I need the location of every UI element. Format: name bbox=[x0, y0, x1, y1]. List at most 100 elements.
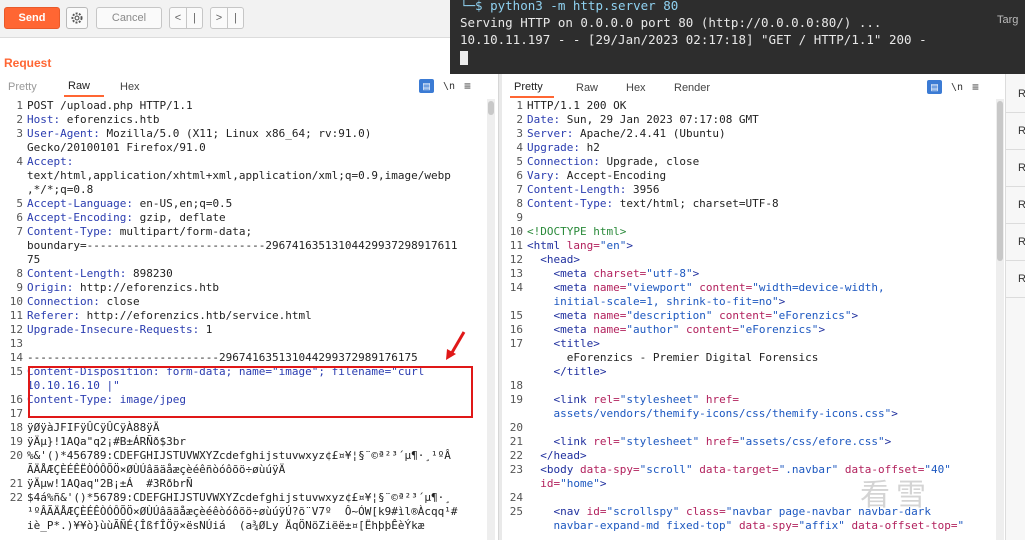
settings-gear-button[interactable] bbox=[66, 7, 88, 29]
request-title: Request bbox=[4, 56, 52, 70]
header-value: h2 bbox=[579, 141, 600, 154]
header-name: Upgrade: bbox=[527, 141, 580, 154]
response-tab-hex[interactable]: Hex bbox=[622, 78, 652, 98]
code-line: navbar-expand-md fixed-top" data-spy="af… bbox=[502, 519, 994, 533]
response-scrollbar[interactable] bbox=[996, 99, 1004, 540]
line-number: 23 bbox=[509, 463, 523, 476]
line-text: eForenzics - Premier Digital Forensics bbox=[527, 351, 994, 365]
line-number: 8 bbox=[516, 197, 523, 210]
html-token: <meta bbox=[527, 323, 594, 336]
html-token: "assets/css/efore.css" bbox=[738, 435, 885, 448]
line-number: 4 bbox=[16, 155, 23, 168]
line-number bbox=[2, 169, 27, 183]
line-text: iè_P*.)¥¥ò}ùùÃÑÉ{ÎßfÎÖÿ×ësNÚiá (a¾ØLy Äq… bbox=[27, 519, 425, 532]
request-tab-hex[interactable]: Hex bbox=[116, 77, 146, 97]
line-text: Date: Sun, 29 Jan 2023 07:17:08 GMT bbox=[527, 113, 994, 127]
html-token: > bbox=[692, 267, 700, 280]
html-token: <nav bbox=[527, 505, 587, 518]
line-text: Referer: http://eforenzics.htb/service.h… bbox=[27, 309, 485, 323]
html-token: > bbox=[626, 239, 633, 252]
line-text: ÃÄÅÆÇÈÉÊËÒÓÔÕÖ×ØÙÚâãäåæçèéêñòóôõö÷øùúÿÄ bbox=[27, 463, 286, 476]
line-number bbox=[502, 477, 527, 491]
line-number: 7 bbox=[16, 225, 23, 238]
html-token: "width=device-width, bbox=[752, 281, 885, 294]
line-number: 9 bbox=[516, 211, 523, 224]
line-text: Accept-Encoding: gzip, deflate bbox=[27, 211, 485, 225]
line-text: Upgrade: h2 bbox=[527, 141, 994, 155]
line-text bbox=[27, 337, 485, 351]
line-number: 3 bbox=[516, 127, 523, 140]
code-line: ,*/*;q=0.8 bbox=[2, 183, 485, 197]
line-text: POST /upload.php HTTP/1.1 bbox=[27, 99, 193, 112]
line-text: -----------------------------29674163513… bbox=[27, 351, 418, 364]
wrap-toggle-icon[interactable]: ▤ bbox=[927, 80, 942, 94]
request-editor[interactable]: 1 POST /upload.php HTTP/1.1 2 Host: eforenz… bbox=[2, 99, 485, 540]
line-number: 14 bbox=[9, 351, 23, 364]
response-tab-raw[interactable]: Raw bbox=[572, 78, 612, 98]
request-scrollbar[interactable] bbox=[487, 99, 495, 540]
side-item[interactable]: R bbox=[1005, 150, 1025, 187]
header-value: text/html; charset=UTF-8 bbox=[613, 197, 779, 210]
line-text: 75 bbox=[27, 253, 41, 266]
request-tab-pretty[interactable]: Pretty bbox=[4, 77, 48, 97]
line-number: 6 bbox=[16, 211, 23, 224]
code-line: 5 Connection: Upgrade, close bbox=[502, 155, 994, 169]
header-value: eforenzics.htb bbox=[60, 113, 160, 126]
html-token: id= bbox=[527, 477, 561, 490]
line-number bbox=[502, 519, 527, 533]
code-line: ÃÄÅÆÇÈÉÊËÒÓÔÕÖ×ØÙÚâãäåæçèéêñòóôõö÷øùúÿÄ bbox=[2, 463, 485, 477]
side-item[interactable]: R bbox=[1005, 113, 1025, 150]
back-history-button[interactable]: | bbox=[187, 7, 203, 29]
response-scrollbar-thumb[interactable] bbox=[997, 101, 1003, 261]
line-text: ÿØÿàJFIFÿÛCÿÛCÿÀ88ÿÄ bbox=[27, 421, 160, 434]
annotation-arrow-icon bbox=[446, 331, 466, 360]
code-line: 20 bbox=[502, 421, 994, 435]
hamburger-menu-icon[interactable]: ≡ bbox=[972, 80, 979, 94]
html-token: "stylesheet" bbox=[619, 435, 700, 448]
header-name: Host: bbox=[27, 113, 61, 126]
header-name: Accept-Encoding: bbox=[27, 211, 133, 224]
side-item[interactable]: R bbox=[1005, 224, 1025, 261]
side-item[interactable]: R bbox=[1005, 261, 1025, 298]
html-token: initial-scale=1, shrink-to-fit=no" bbox=[527, 295, 779, 308]
side-item[interactable]: R bbox=[1005, 76, 1025, 113]
code-line: 6 Vary: Accept-Encoding bbox=[502, 169, 994, 183]
response-tabs: Pretty Raw Hex Render bbox=[510, 78, 718, 98]
forward-button[interactable]: > bbox=[210, 7, 228, 29]
forward-history-button[interactable]: | bbox=[228, 7, 244, 29]
side-item[interactable]: R bbox=[1005, 187, 1025, 224]
line-number: 17 bbox=[509, 337, 523, 350]
terminal-window[interactable]: └─$ python3 -m http.server 80 Serving HT… bbox=[450, 0, 1025, 74]
code-line: 5 Accept-Language: en-US,en;q=0.5 bbox=[2, 197, 485, 211]
cancel-button[interactable]: Cancel bbox=[96, 7, 162, 29]
line-number: 8 bbox=[16, 267, 23, 280]
send-button[interactable]: Send bbox=[4, 7, 60, 29]
html-token: <meta bbox=[527, 309, 594, 322]
newline-toggle-icon[interactable]: \n bbox=[443, 81, 455, 92]
header-name: Accept: bbox=[27, 155, 74, 168]
line-text: text/html,application/xhtml+xml,applicat… bbox=[27, 169, 451, 182]
line-text: navbar-expand-md fixed-top" data-spy="af… bbox=[527, 519, 994, 533]
newline-toggle-icon[interactable]: \n bbox=[951, 82, 963, 93]
wrap-toggle-icon[interactable]: ▤ bbox=[419, 79, 434, 93]
code-line: 2 Host: eforenzics.htb bbox=[2, 113, 485, 127]
html-token: <meta bbox=[527, 267, 594, 280]
response-tab-pretty[interactable]: Pretty bbox=[510, 78, 554, 98]
hamburger-menu-icon[interactable]: ≡ bbox=[464, 79, 471, 93]
gear-icon bbox=[71, 12, 83, 24]
line-text: </title> bbox=[527, 365, 994, 379]
request-scrollbar-thumb[interactable] bbox=[488, 101, 494, 115]
line-text: <html lang="en"> bbox=[527, 239, 994, 253]
request-tab-raw[interactable]: Raw bbox=[64, 77, 104, 97]
terminal-cursor-line bbox=[460, 48, 1025, 65]
response-view-options: ▤ \n ≡ bbox=[927, 80, 979, 94]
line-text: %&'()*456789:CDEFGHIJSTUVWXYZcdefghijstu… bbox=[27, 449, 451, 462]
header-value: multipart/form-data; bbox=[113, 225, 253, 238]
response-tab-render[interactable]: Render bbox=[670, 78, 718, 98]
header-name: Connection: bbox=[27, 295, 100, 308]
code-line: 9 bbox=[502, 211, 994, 225]
html-token: rel= bbox=[593, 393, 620, 406]
back-button[interactable]: < bbox=[169, 7, 187, 29]
html-token bbox=[699, 393, 706, 406]
line-text bbox=[527, 379, 994, 393]
